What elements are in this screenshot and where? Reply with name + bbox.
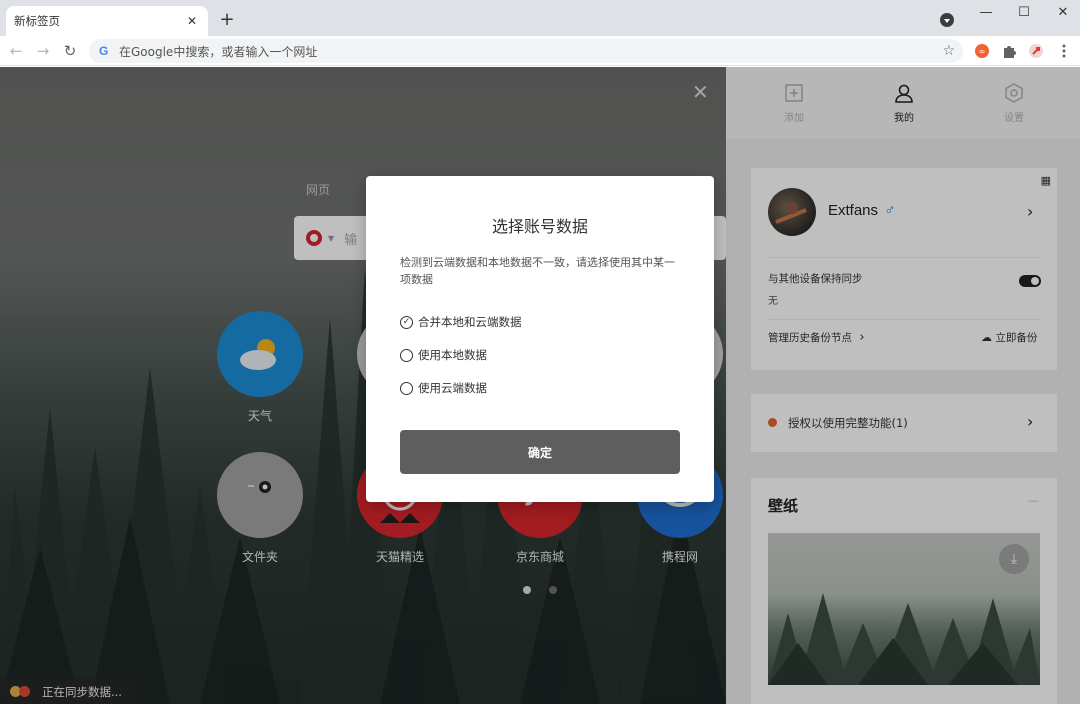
confirm-button[interactable]: 确定	[400, 430, 680, 474]
maximize-button[interactable]: ☐	[1004, 0, 1044, 24]
address-bar[interactable]: G 在Google中搜索，或者输入一个网址 ☆	[89, 39, 963, 63]
back-icon[interactable]: ←	[6, 41, 26, 61]
tab-strip: 新标签页 ✕ + — ☐ ✕	[0, 0, 1080, 36]
close-window-button[interactable]: ✕	[1043, 0, 1080, 24]
option-label: 使用本地数据	[418, 348, 487, 362]
minimize-button[interactable]: —	[966, 0, 1006, 24]
bookmark-star-icon[interactable]: ☆	[942, 43, 955, 59]
menu-icon[interactable]	[1056, 43, 1072, 59]
radio-unchecked-icon[interactable]	[400, 348, 413, 362]
extension-rocket-icon[interactable]	[1028, 43, 1044, 59]
extensions-puzzle-icon[interactable]	[1001, 43, 1017, 59]
option-cloud[interactable]: 使用云端数据	[400, 379, 487, 397]
address-placeholder: 在Google中搜索，或者输入一个网址	[119, 44, 318, 59]
option-label: 使用云端数据	[418, 381, 487, 395]
extension-infinity-icon[interactable]: ∞	[974, 43, 990, 59]
option-label: 合并本地和云端数据	[418, 315, 522, 329]
option-merge[interactable]: ✓ 合并本地和云端数据	[400, 313, 522, 331]
tab-search-icon[interactable]	[940, 13, 954, 27]
dialog-title: 选择账号数据	[491, 217, 588, 236]
google-icon: G	[99, 44, 109, 58]
radio-checked-icon[interactable]: ✓	[400, 315, 413, 329]
new-tab-button[interactable]: +	[217, 9, 237, 30]
reload-icon[interactable]: ↻	[60, 41, 80, 61]
tab-title: 新标签页	[14, 14, 60, 28]
option-local[interactable]: 使用本地数据	[400, 346, 487, 364]
radio-unchecked-icon[interactable]	[400, 381, 413, 395]
tab-close-icon[interactable]: ✕	[184, 13, 200, 29]
select-account-data-dialog: 选择账号数据 检测到云端数据和本地数据不一致，请选择使用其中某一项数据 ✓ 合并…	[366, 176, 714, 502]
browser-tab[interactable]: 新标签页 ✕	[6, 6, 208, 36]
forward-icon[interactable]: →	[33, 41, 53, 61]
browser-toolbar: ← → ↻ G 在Google中搜索，或者输入一个网址 ☆ ∞	[0, 36, 1080, 66]
new-tab-page: ✕ 网页 ▼ 输 天气 文件夹 天猫精选 JD 京东商城	[0, 67, 1080, 704]
dialog-description: 检测到云端数据和本地数据不一致，请选择使用其中某一项数据	[400, 256, 675, 286]
svg-text:∞: ∞	[979, 47, 986, 56]
